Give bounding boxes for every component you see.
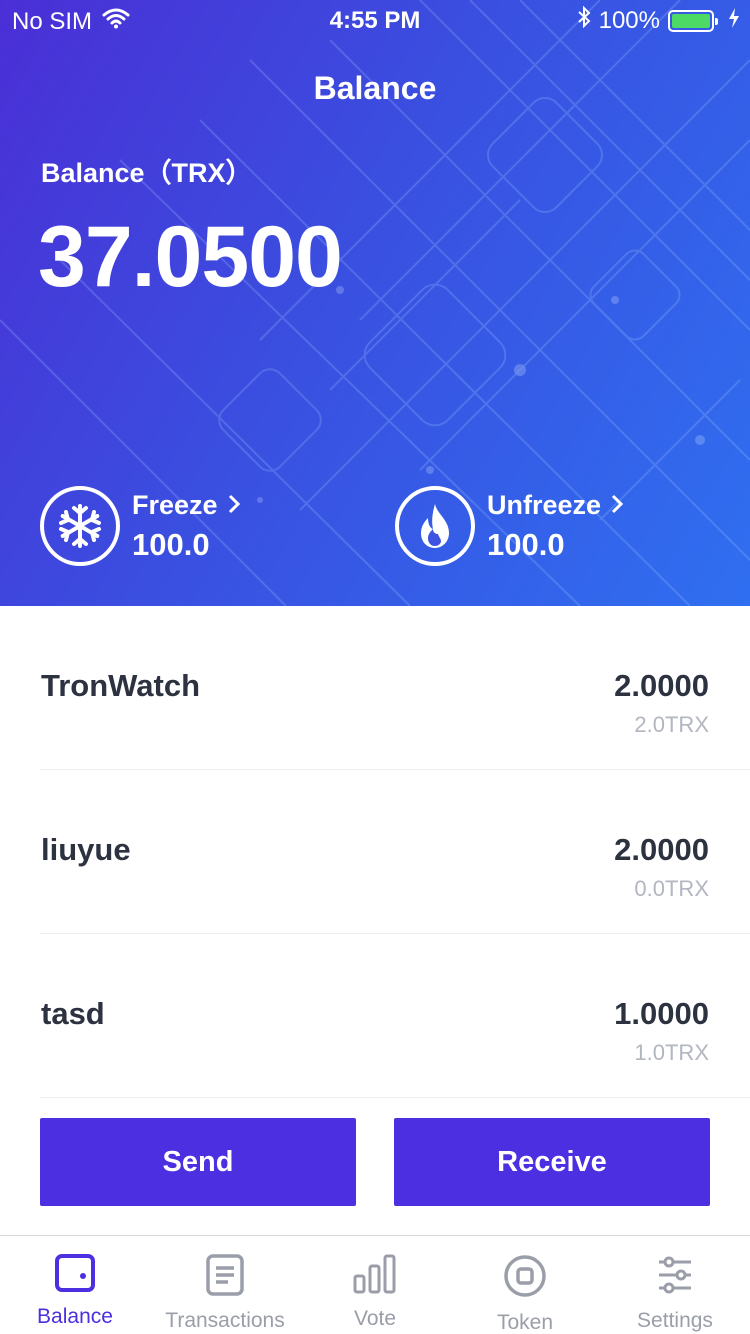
token-trx-value: 2.0TRX xyxy=(634,712,709,737)
token-name: liuyue xyxy=(41,832,131,867)
token-trx-value: 1.0TRX xyxy=(634,1040,709,1065)
balance-label: Balance（TRX） xyxy=(41,158,253,188)
tab-label: Settings xyxy=(637,1309,713,1332)
battery-icon xyxy=(668,9,718,32)
send-button[interactable]: Send xyxy=(40,1118,356,1206)
tab-bar: Balance Transactions Vote Token Settings xyxy=(0,1235,750,1334)
token-trx-value: 0.0TRX xyxy=(634,876,709,901)
document-icon xyxy=(206,1254,244,1301)
flame-icon xyxy=(395,486,475,566)
balance-header: No SIM 4:55 PM 100% Balance Balance（TRX）… xyxy=(0,0,750,606)
freeze-label: Freeze xyxy=(132,489,218,520)
tab-label: Transactions xyxy=(165,1309,285,1332)
charging-icon xyxy=(728,7,740,35)
freeze-label-row: Freeze xyxy=(132,490,240,521)
sliders-icon xyxy=(655,1254,695,1301)
receive-button[interactable]: Receive xyxy=(394,1118,710,1206)
tab-vote[interactable]: Vote xyxy=(300,1236,450,1334)
balance-value: 37.0500 xyxy=(38,209,343,305)
tab-label: Token xyxy=(496,1311,554,1334)
chevron-right-icon xyxy=(228,490,240,521)
wallet-icon xyxy=(55,1254,95,1297)
tab-label: Vote xyxy=(353,1307,397,1330)
status-bar-right: 100% xyxy=(577,5,740,35)
token-icon xyxy=(503,1254,547,1303)
tab-settings[interactable]: Settings xyxy=(600,1236,750,1334)
bluetooth-icon xyxy=(577,5,591,35)
token-list: TronWatch 2.0000 2.0TRX liuyue 2.0000 0.… xyxy=(0,606,750,1098)
list-item[interactable]: tasd 1.0000 1.0TRX xyxy=(40,934,750,1098)
list-item[interactable]: TronWatch 2.0000 2.0TRX xyxy=(40,606,750,770)
unfreeze-label: Unfreeze xyxy=(487,489,602,520)
list-item[interactable]: liuyue 2.0000 0.0TRX xyxy=(40,770,750,934)
freeze-value: 100.0 xyxy=(132,526,210,562)
snowflake-icon xyxy=(40,486,120,566)
page-title: Balance xyxy=(313,70,437,106)
bar-chart-icon xyxy=(353,1254,397,1299)
status-bar: No SIM 4:55 PM 100% xyxy=(0,0,750,40)
unfreeze-stat[interactable]: Unfreeze 100.0 xyxy=(395,485,624,567)
unfreeze-label-row: Unfreeze xyxy=(487,489,624,521)
unfreeze-value: 100.0 xyxy=(487,526,565,562)
tab-balance[interactable]: Balance xyxy=(0,1236,150,1334)
tab-token[interactable]: Token xyxy=(450,1236,600,1334)
tab-label: Balance xyxy=(37,1305,113,1328)
token-name: tasd xyxy=(41,996,105,1031)
token-amount: 2.0000 xyxy=(614,832,709,867)
battery-percent: 100% xyxy=(598,6,660,34)
action-buttons: Send Receive xyxy=(40,1118,710,1206)
freeze-stat[interactable]: Freeze 100.0 xyxy=(40,485,240,567)
battery-fill xyxy=(672,13,710,28)
token-amount: 1.0000 xyxy=(614,996,709,1031)
unfreeze-text: Unfreeze 100.0 xyxy=(487,489,624,563)
chevron-right-icon xyxy=(611,490,624,521)
freeze-text: Freeze 100.0 xyxy=(132,490,240,563)
token-name: TronWatch xyxy=(41,668,201,703)
tab-transactions[interactable]: Transactions xyxy=(150,1236,300,1334)
token-amount: 2.0000 xyxy=(614,668,709,703)
